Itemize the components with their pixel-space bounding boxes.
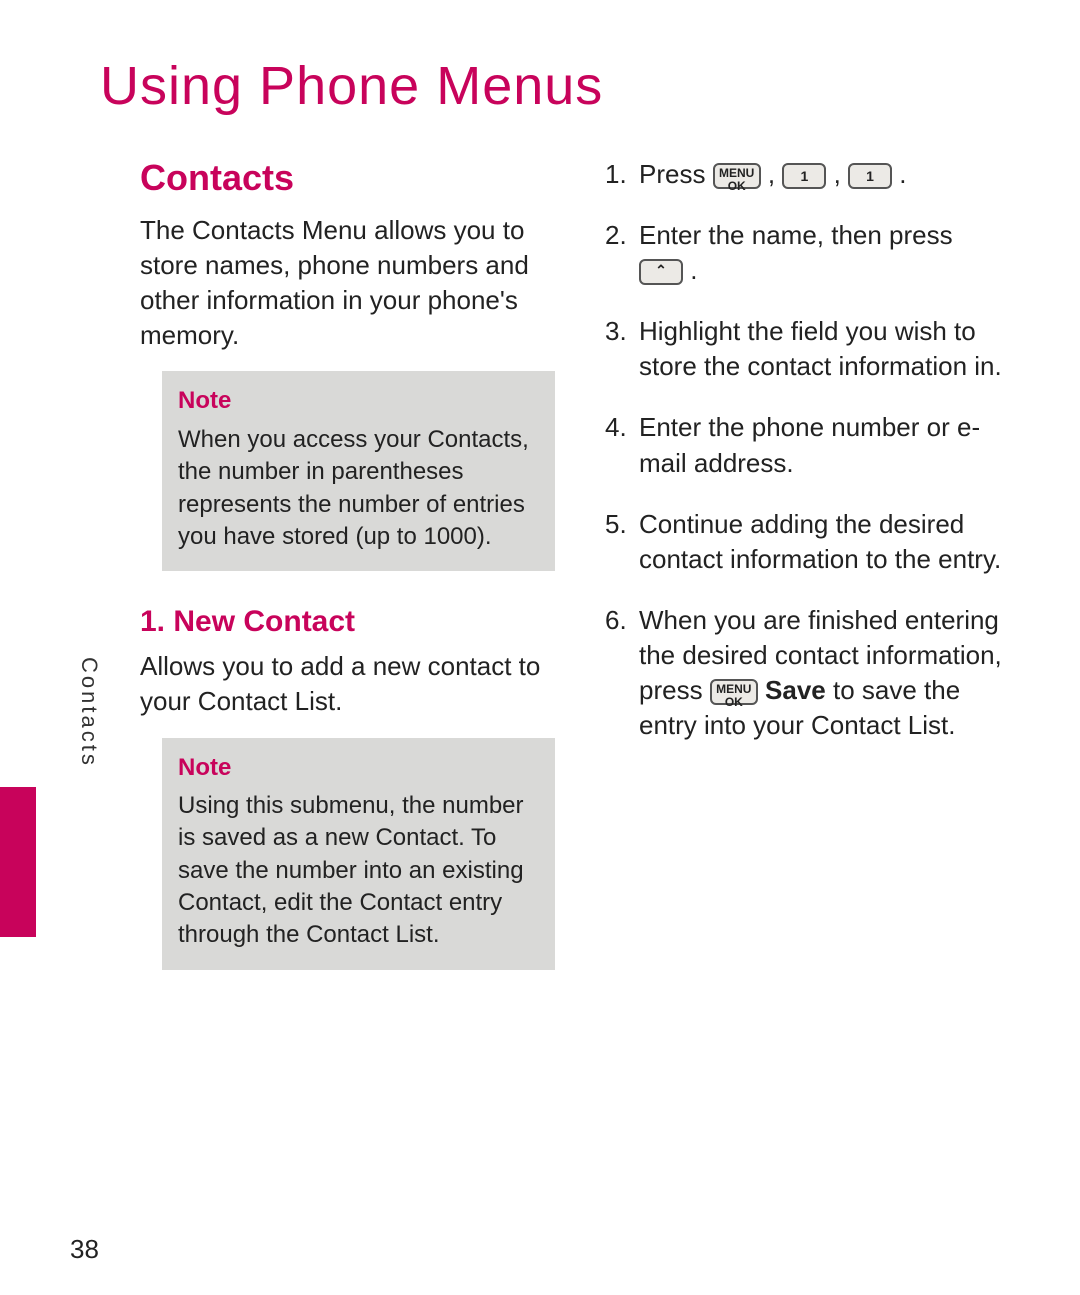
step-text: Continue adding the desired contact info… <box>639 507 1020 577</box>
step-text: When you are finished entering the desir… <box>639 603 1020 743</box>
content-columns: Contacts Contacts The Contacts Menu allo… <box>70 157 1020 980</box>
menu-ok-key-icon: MENU OK <box>713 163 761 189</box>
text-fragment: Enter the name, then press <box>639 220 953 250</box>
note-title: Note <box>178 752 539 784</box>
step-1: 1. Press MENU OK , 1 , 1 . <box>605 157 1020 192</box>
step-text: Press MENU OK , 1 , 1 . <box>639 157 906 192</box>
text-fragment: , <box>826 159 848 189</box>
step-text: Enter the phone number or e-mail address… <box>639 410 1020 480</box>
key-label: OK <box>725 695 743 709</box>
step-number: 3. <box>605 314 631 384</box>
note-body: Using this submenu, the number is saved … <box>178 790 539 952</box>
one-key-icon: 1 <box>782 163 826 189</box>
step-number: 5. <box>605 507 631 577</box>
text-fragment: Press <box>639 159 713 189</box>
contacts-intro: The Contacts Menu allows you to store na… <box>140 213 555 353</box>
step-number: 1. <box>605 157 631 192</box>
text-fragment: , <box>761 159 783 189</box>
menu-ok-key-icon: MENU OK <box>710 679 758 705</box>
right-column: 1. Press MENU OK , 1 , 1 . 2. Ent <box>605 157 1020 980</box>
side-section-label: Contacts <box>76 657 102 768</box>
chapter-title: Using Phone Menus <box>100 55 1020 117</box>
section-heading-contacts: Contacts <box>140 157 555 199</box>
note-title: Note <box>178 385 539 417</box>
new-contact-intro: Allows you to add a new contact to your … <box>140 649 555 719</box>
step-text: Highlight the field you wish to store th… <box>639 314 1020 384</box>
step-4: 4. Enter the phone number or e-mail addr… <box>605 410 1020 480</box>
steps-list: 1. Press MENU OK , 1 , 1 . 2. Ent <box>605 157 1020 743</box>
note-box-1: Note When you access your Contacts, the … <box>162 371 555 571</box>
step-2: 2. Enter the name, then press ⌃ . <box>605 218 1020 288</box>
step-number: 2. <box>605 218 631 288</box>
left-column: Contacts Contacts The Contacts Menu allo… <box>70 157 555 980</box>
manual-page: Using Phone Menus Contacts Contacts The … <box>0 0 1080 1295</box>
step-number: 6. <box>605 603 631 743</box>
note-box-2: Note Using this submenu, the number is s… <box>162 738 555 970</box>
subsection-heading-new-contact: 1. New Contact <box>140 605 555 639</box>
side-tab-marker <box>0 787 36 937</box>
text-fragment: . <box>683 255 697 285</box>
save-label: Save <box>758 675 826 705</box>
page-number: 38 <box>70 1234 99 1265</box>
step-number: 4. <box>605 410 631 480</box>
step-5: 5. Continue adding the desired contact i… <box>605 507 1020 577</box>
text-fragment: . <box>892 159 906 189</box>
note-body: When you access your Contacts, the numbe… <box>178 424 539 554</box>
down-arrow-key-icon: ⌃ <box>639 259 683 285</box>
step-3: 3. Highlight the field you wish to store… <box>605 314 1020 384</box>
one-key-icon: 1 <box>848 163 892 189</box>
step-text: Enter the name, then press ⌃ . <box>639 218 953 288</box>
key-label: OK <box>728 179 746 193</box>
step-6: 6. When you are finished entering the de… <box>605 603 1020 743</box>
